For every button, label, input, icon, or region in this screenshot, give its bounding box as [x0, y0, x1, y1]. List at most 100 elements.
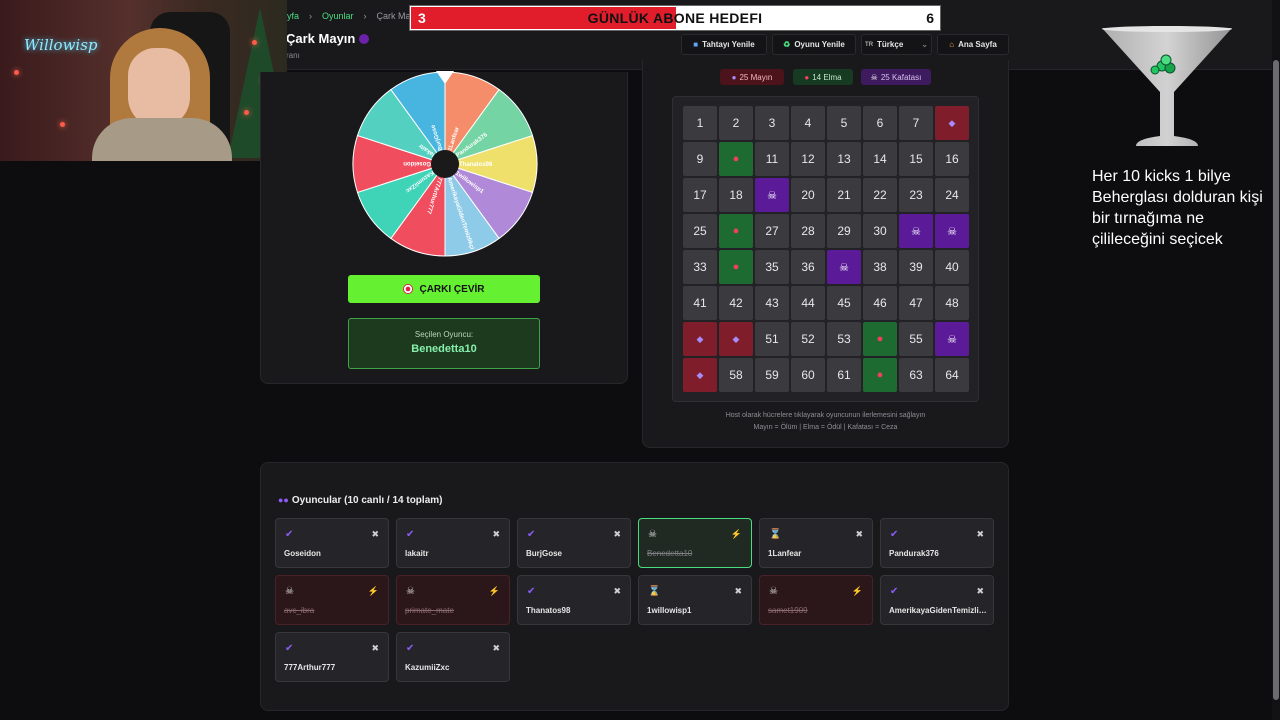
grid-cell-59[interactable]: 59	[755, 358, 789, 392]
player-card[interactable]: ✔ ✖ AmerikayaGidenTemizlikçi	[880, 575, 994, 625]
grid-cell-41[interactable]: 41	[683, 286, 717, 320]
grid-cell-40[interactable]: 40	[935, 250, 969, 284]
grid-cell-35[interactable]: 35	[755, 250, 789, 284]
grid-cell-30[interactable]: 30	[863, 214, 897, 248]
player-card[interactable]: ☠ ⚡ avc_ibra	[275, 575, 389, 625]
grid-cell-15[interactable]: 15	[899, 142, 933, 176]
grid-cell-56[interactable]: ☠	[935, 322, 969, 356]
grid-cell-20[interactable]: 20	[791, 178, 825, 212]
grid-cell-12[interactable]: 12	[791, 142, 825, 176]
grid-cell-38[interactable]: 38	[863, 250, 897, 284]
kick-player-icon[interactable]: ✖	[734, 586, 742, 597]
player-card[interactable]: ✔ ✖ Goseidon	[275, 518, 389, 568]
grid-cell-60[interactable]: 60	[791, 358, 825, 392]
player-card[interactable]: ✔ ✖ KazumiiZxc	[396, 632, 510, 682]
grid-cell-28[interactable]: 28	[791, 214, 825, 248]
grid-cell-32[interactable]: ☠	[935, 214, 969, 248]
grid-cell-3[interactable]: 3	[755, 106, 789, 140]
spin-wheel[interactable]: 1LanfearPandurak376Thanatos981willowisp1…	[351, 70, 539, 260]
kick-player-icon[interactable]: ✖	[976, 529, 984, 540]
kick-player-icon[interactable]: ✖	[492, 529, 500, 540]
grid-cell-29[interactable]: 29	[827, 214, 861, 248]
kick-player-icon[interactable]: ✖	[371, 529, 379, 540]
grid-cell-6[interactable]: 6	[863, 106, 897, 140]
player-card[interactable]: ✔ ✖ lakaitr	[396, 518, 510, 568]
player-card[interactable]: ☠ ⚡ samet1909	[759, 575, 873, 625]
player-card[interactable]: ⌛ ✖ 1Lanfear	[759, 518, 873, 568]
grid-cell-2[interactable]: 2	[719, 106, 753, 140]
language-select[interactable]: TR Türkçe ⌄	[861, 34, 932, 55]
grid-cell-42[interactable]: 42	[719, 286, 753, 320]
grid-cell-27[interactable]: 27	[755, 214, 789, 248]
refresh-board-button[interactable]: ■ Tahtayı Yenile	[681, 34, 767, 55]
grid-cell-33[interactable]: 33	[683, 250, 717, 284]
grid-cell-51[interactable]: 51	[755, 322, 789, 356]
grid-cell-16[interactable]: 16	[935, 142, 969, 176]
grid-cell-18[interactable]: 18	[719, 178, 753, 212]
grid-cell-39[interactable]: 39	[899, 250, 933, 284]
grid-cell-34[interactable]: ●	[719, 250, 753, 284]
grid-cell-23[interactable]: 23	[899, 178, 933, 212]
grid-cell-24[interactable]: 24	[935, 178, 969, 212]
grid-cell-14[interactable]: 14	[863, 142, 897, 176]
grid-cell-61[interactable]: 61	[827, 358, 861, 392]
player-card[interactable]: ☠ ⚡ Benedetta10	[638, 518, 752, 568]
player-card[interactable]: ☠ ⚡ primate_mate	[396, 575, 510, 625]
grid-cell-53[interactable]: 53	[827, 322, 861, 356]
scrollbar-thumb[interactable]	[1273, 60, 1279, 700]
player-card[interactable]: ✔ ✖ BurjGose	[517, 518, 631, 568]
grid-cell-1[interactable]: 1	[683, 106, 717, 140]
player-card[interactable]: ⌛ ✖ 1willowisp1	[638, 575, 752, 625]
grid-cell-49[interactable]: ◆	[683, 322, 717, 356]
grid-cell-44[interactable]: 44	[791, 286, 825, 320]
kick-player-icon[interactable]: ✖	[613, 529, 621, 540]
grid-cell-46[interactable]: 46	[863, 286, 897, 320]
grid-cell-36[interactable]: 36	[791, 250, 825, 284]
breadcrumb-games[interactable]: Oyunlar	[322, 11, 354, 21]
spin-wheel-button[interactable]: ÇARKI ÇEVİR	[348, 275, 540, 303]
refresh-game-button[interactable]: ♻ Oyunu Yenile	[772, 34, 856, 55]
grid-cell-31[interactable]: ☠	[899, 214, 933, 248]
grid-cell-64[interactable]: 64	[935, 358, 969, 392]
grid-cell-43[interactable]: 43	[755, 286, 789, 320]
grid-cell-9[interactable]: 9	[683, 142, 717, 176]
grid-cell-58[interactable]: 58	[719, 358, 753, 392]
grid-cell-13[interactable]: 13	[827, 142, 861, 176]
grid-cell-5[interactable]: 5	[827, 106, 861, 140]
grid-cell-7[interactable]: 7	[899, 106, 933, 140]
grid-cell-52[interactable]: 52	[791, 322, 825, 356]
revive-bolt-icon[interactable]: ⚡	[368, 586, 379, 597]
grid-cell-19[interactable]: ☠	[755, 178, 789, 212]
kick-player-icon[interactable]: ✖	[855, 529, 863, 540]
kick-player-icon[interactable]: ✖	[492, 643, 500, 654]
grid-cell-62[interactable]: ●	[863, 358, 897, 392]
grid-cell-57[interactable]: ◆	[683, 358, 717, 392]
grid-cell-22[interactable]: 22	[863, 178, 897, 212]
grid-cell-11[interactable]: 11	[755, 142, 789, 176]
grid-cell-54[interactable]: ●	[863, 322, 897, 356]
breadcrumb-home[interactable]: yfa	[287, 11, 299, 21]
kick-player-icon[interactable]: ✖	[613, 586, 621, 597]
grid-cell-8[interactable]: ◆	[935, 106, 969, 140]
grid-cell-37[interactable]: ☠	[827, 250, 861, 284]
grid-cell-26[interactable]: ●	[719, 214, 753, 248]
grid-cell-63[interactable]: 63	[899, 358, 933, 392]
grid-cell-10[interactable]: ●	[719, 142, 753, 176]
grid-cell-17[interactable]: 17	[683, 178, 717, 212]
grid-cell-47[interactable]: 47	[899, 286, 933, 320]
grid-cell-45[interactable]: 45	[827, 286, 861, 320]
kick-player-icon[interactable]: ✖	[371, 643, 379, 654]
home-button[interactable]: ⌂ Ana Sayfa	[937, 34, 1009, 55]
player-card[interactable]: ✔ ✖ 777Arthur777	[275, 632, 389, 682]
grid-cell-25[interactable]: 25	[683, 214, 717, 248]
kick-player-icon[interactable]: ✖	[976, 586, 984, 597]
revive-bolt-icon[interactable]: ⚡	[852, 586, 863, 597]
revive-bolt-icon[interactable]: ⚡	[731, 529, 742, 540]
grid-cell-55[interactable]: 55	[899, 322, 933, 356]
player-card[interactable]: ✔ ✖ Thanatos98	[517, 575, 631, 625]
grid-cell-21[interactable]: 21	[827, 178, 861, 212]
grid-cell-48[interactable]: 48	[935, 286, 969, 320]
grid-cell-4[interactable]: 4	[791, 106, 825, 140]
grid-cell-50[interactable]: ◆	[719, 322, 753, 356]
player-card[interactable]: ✔ ✖ Pandurak376	[880, 518, 994, 568]
